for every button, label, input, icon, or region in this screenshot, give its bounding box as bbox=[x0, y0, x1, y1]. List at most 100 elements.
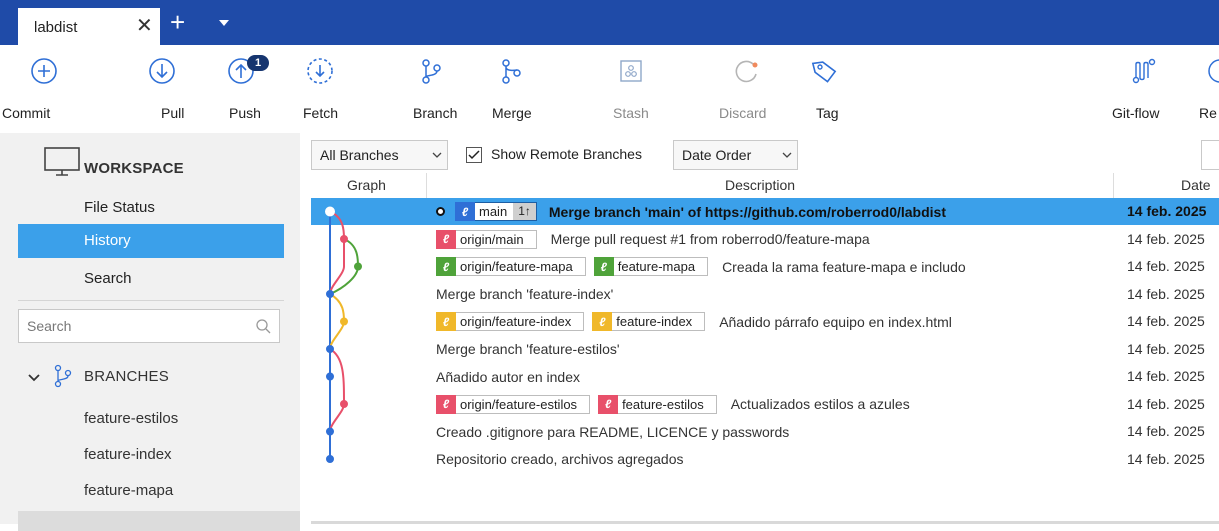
commit-description: Merge branch 'feature-estilos' bbox=[436, 336, 1114, 363]
new-tab-icon[interactable]: + bbox=[170, 9, 185, 35]
table-row[interactable]: ℓ main 1↑ Merge branch 'main' of https://gi… bbox=[311, 198, 1219, 225]
branch-label-tag[interactable]: ℓ feature-mapa bbox=[593, 257, 709, 276]
branch-tag-name: feature-index bbox=[616, 314, 693, 329]
commit-description: Repositorio creado, archivos agregados bbox=[436, 446, 1114, 473]
column-divider[interactable] bbox=[426, 173, 427, 199]
tag-button[interactable]: Tag bbox=[808, 45, 858, 133]
sidebar-branch-feature-estilos[interactable]: feature-estilos bbox=[84, 410, 178, 427]
order-dropdown[interactable]: Date Order bbox=[673, 140, 798, 170]
branch-label-tag[interactable]: ℓ feature-index bbox=[592, 312, 706, 331]
column-headers: Graph Description Date bbox=[311, 173, 1219, 199]
show-remote-checkbox[interactable] bbox=[466, 147, 482, 163]
branch-icon: ℓ bbox=[436, 312, 456, 331]
sidebar-divider bbox=[18, 300, 284, 301]
branch-tag-name: origin/feature-estilos bbox=[460, 396, 578, 412]
tag-icon bbox=[811, 61, 837, 83]
column-divider[interactable] bbox=[1113, 173, 1114, 199]
commit-node[interactable] bbox=[325, 206, 335, 217]
pull-button[interactable]: Pull bbox=[140, 45, 190, 133]
commit-node[interactable] bbox=[326, 345, 334, 353]
jump-to-input[interactable] bbox=[1201, 140, 1219, 170]
commit-button[interactable]: Commit bbox=[0, 45, 80, 133]
description-column-header[interactable]: Description bbox=[725, 177, 795, 193]
commit-node[interactable] bbox=[340, 235, 348, 243]
commit-node[interactable] bbox=[340, 317, 348, 326]
sidebar-search-input[interactable] bbox=[27, 318, 237, 334]
head-marker-icon bbox=[436, 207, 445, 216]
branch-filter-dropdown[interactable]: All Branches bbox=[311, 140, 448, 170]
table-row[interactable]: ℓ origin/main Merge pull request #1 from r… bbox=[311, 226, 1219, 253]
branch-label-tag[interactable]: ℓ main 1↑ bbox=[455, 202, 537, 221]
table-row[interactable]: ℓ origin/feature-mapa ℓ feature-mapa Creada … bbox=[311, 253, 1219, 280]
commit-message: Actualizados estilos a azules bbox=[730, 396, 910, 412]
commit-node[interactable] bbox=[326, 427, 334, 436]
title-bar: labdist ✕ + bbox=[0, 0, 1219, 45]
table-row[interactable]: Merge branch 'feature-estilos' 14 feb. 20… bbox=[311, 336, 1219, 363]
workspace-header[interactable]: WORKSPACE bbox=[84, 160, 184, 177]
sidebar-item-history[interactable]: History bbox=[18, 224, 284, 258]
table-row[interactable]: Repositorio creado, archivos agregados 14… bbox=[311, 446, 1219, 473]
checkmark-icon bbox=[468, 150, 480, 160]
branch-icon: ℓ bbox=[593, 257, 614, 276]
commit-description: Merge branch 'feature-index' bbox=[436, 281, 1114, 308]
graph-lane-feature-estilos bbox=[329, 348, 346, 432]
branch-tag-name: origin/main bbox=[460, 231, 524, 247]
commit-description: ℓ origin/main Merge pull request #1 from r… bbox=[436, 226, 1114, 253]
commit-node[interactable] bbox=[340, 400, 348, 408]
sidebar-branch-feature-mapa[interactable]: feature-mapa bbox=[84, 482, 173, 499]
sidebar-branch-main[interactable] bbox=[18, 511, 300, 531]
merge-button[interactable]: Merge bbox=[487, 45, 547, 133]
commit-node[interactable] bbox=[326, 372, 334, 381]
close-icon[interactable]: ✕ bbox=[136, 16, 153, 36]
tab-menu-chevron-icon[interactable] bbox=[219, 20, 229, 26]
fetch-button[interactable]: Fetch bbox=[300, 45, 350, 133]
commit-message: Añadido autor en index bbox=[436, 368, 580, 385]
sidebar-item-search[interactable]: Search bbox=[18, 262, 284, 296]
date-column-header[interactable]: Date bbox=[1181, 177, 1211, 193]
merge-icon bbox=[502, 59, 521, 84]
pull-icon bbox=[149, 58, 175, 84]
branches-header[interactable]: BRANCHES bbox=[84, 368, 169, 385]
remote-button[interactable]: Re bbox=[1196, 45, 1219, 133]
discard-label: Discard bbox=[719, 105, 767, 121]
table-row[interactable]: Añadido autor en index 14 feb. 2025 bbox=[311, 363, 1219, 390]
push-label: Push bbox=[229, 105, 261, 121]
branch-label-tag[interactable]: ℓ origin/feature-mapa bbox=[436, 257, 586, 276]
remote-label: Re bbox=[1199, 105, 1217, 121]
commit-node[interactable] bbox=[326, 290, 334, 298]
table-row[interactable]: ℓ origin/feature-index ℓ feature-index Añadi… bbox=[311, 308, 1219, 335]
commit-date: 14 feb. 2025 bbox=[1127, 423, 1205, 439]
branch-icon: ℓ bbox=[598, 394, 619, 414]
table-row[interactable]: Merge branch 'feature-index' 14 feb. 2025 bbox=[311, 281, 1219, 308]
branch-label-tag[interactable]: ℓ origin/feature-estilos bbox=[436, 394, 591, 414]
branch-label-tag[interactable]: ℓ origin/feature-index bbox=[436, 312, 585, 331]
sidebar-item-file-status[interactable]: File Status bbox=[18, 191, 284, 225]
commit-node[interactable] bbox=[354, 262, 362, 271]
branch-label: Branch bbox=[413, 105, 458, 121]
commit-message: Repositorio creado, archivos agregados bbox=[436, 451, 684, 467]
commit-date: 14 feb. 2025 bbox=[1127, 395, 1205, 412]
commit-message: Merge pull request #1 from roberrod0/fea… bbox=[550, 231, 870, 247]
commit-node[interactable] bbox=[326, 455, 334, 463]
repo-tab-title: labdist bbox=[34, 19, 78, 36]
sidebar-item-label: Search bbox=[84, 270, 132, 287]
stash-label: Stash bbox=[613, 105, 649, 121]
push-count-badge: 1 bbox=[247, 55, 269, 71]
branch-label-tag[interactable]: ℓ feature-estilos bbox=[598, 394, 717, 414]
discard-button[interactable]: Discard bbox=[715, 45, 785, 133]
show-remote-label[interactable]: Show Remote Branches bbox=[491, 146, 642, 162]
graph-column-header[interactable]: Graph bbox=[347, 177, 386, 193]
commit-date: 14 feb. 2025 bbox=[1127, 450, 1205, 467]
git-flow-button[interactable]: Git-flow bbox=[1110, 45, 1180, 133]
table-row[interactable]: ℓ origin/feature-estilos ℓ feature-estilos A… bbox=[311, 391, 1219, 418]
commit-description: Añadido autor en index bbox=[436, 363, 1114, 390]
sidebar-branch-feature-index[interactable]: feature-index bbox=[84, 446, 172, 463]
sidebar-search-box[interactable] bbox=[18, 309, 280, 343]
branch-label-tag[interactable]: ℓ origin/main bbox=[436, 229, 537, 249]
table-row[interactable]: Creado .gitignore para README, LICENCE y… bbox=[311, 418, 1219, 445]
repo-tab[interactable]: labdist ✕ bbox=[18, 8, 160, 45]
history-filters: All Branches Show Remote Branches Date O… bbox=[311, 140, 1219, 170]
chevron-down-icon[interactable] bbox=[28, 373, 40, 383]
stash-button[interactable]: Stash bbox=[605, 45, 665, 133]
branch-button[interactable]: Branch bbox=[405, 45, 465, 133]
